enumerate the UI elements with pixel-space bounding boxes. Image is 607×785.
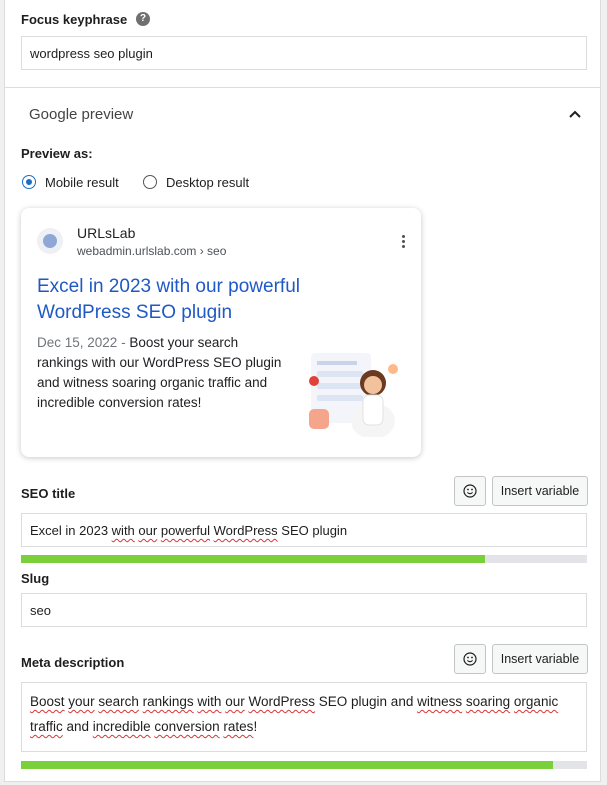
meta-description-misspelled-word: search <box>98 694 139 709</box>
google-preview-card: URLsLab webadmin.urlslab.com › seo Excel… <box>21 208 421 457</box>
meta-description-misspelled-word: incredible <box>92 719 151 734</box>
meta-description-text: and <box>62 719 93 734</box>
focus-keyphrase-label: Focus keyphrase <box>21 12 128 27</box>
meta-description-textarea[interactable]: Boost your search rankings with our Word… <box>21 682 587 752</box>
desktop-result-label[interactable]: Desktop result <box>166 175 249 190</box>
serp-date-separator: - <box>117 335 130 350</box>
seo-title-insert-variable-button[interactable]: Insert variable <box>492 476 588 506</box>
emoji-icon <box>463 484 477 498</box>
meta-description-misspelled-word: organic <box>513 694 559 709</box>
meta-description-emoji-button[interactable] <box>454 644 486 674</box>
seo-title-text: Excel in 2023 <box>30 523 112 538</box>
seo-title-misspelled-word: with <box>111 523 135 538</box>
meta-description-misspelled-word: WordPress <box>248 694 316 709</box>
focus-keyphrase-input[interactable]: wordpress seo plugin <box>21 36 587 70</box>
emoji-icon <box>463 652 477 666</box>
seo-title-misspelled-word: WordPress <box>213 523 278 538</box>
desktop-result-radio[interactable] <box>143 175 157 189</box>
slug-input[interactable]: seo <box>21 593 587 627</box>
seo-title-progress <box>21 555 587 563</box>
meta-description-misspelled-word: traffic <box>30 719 63 734</box>
serp-description: Dec 15, 2022 - Boost your search ranking… <box>37 333 287 413</box>
meta-description-text: ! <box>253 719 258 734</box>
mobile-result-label[interactable]: Mobile result <box>45 175 119 190</box>
site-name: URLsLab <box>77 225 136 241</box>
google-preview-title: Google preview <box>29 106 134 123</box>
mobile-result-radio[interactable] <box>22 175 36 189</box>
meta-description-insert-variable-button[interactable]: Insert variable <box>492 644 588 674</box>
meta-description-misspelled-word: our <box>225 694 245 709</box>
meta-description-label: Meta description <box>21 655 125 670</box>
meta-description-misspelled-word: conversion <box>154 719 220 734</box>
meta-description-misspelled-word: witness <box>417 694 463 709</box>
seo-title-input[interactable]: Excel in 2023 with our powerful WordPres… <box>21 513 587 547</box>
chevron-up-icon[interactable] <box>568 109 582 119</box>
meta-description-misspelled-word: soaring <box>465 694 511 709</box>
meta-description-misspelled-word: rankings <box>142 694 194 709</box>
seo-title-label: SEO title <box>21 486 76 501</box>
meta-description-misspelled-word: with <box>197 694 222 709</box>
seo-title-misspelled-word: our <box>138 523 158 538</box>
seo-title-text: SEO plugin <box>277 523 348 538</box>
preview-as-label: Preview as: <box>21 146 93 161</box>
serp-date: Dec 15, 2022 <box>37 335 118 350</box>
slug-label: Slug <box>21 571 50 586</box>
divider <box>5 87 600 88</box>
thumbnail-image <box>309 353 398 437</box>
kebab-menu-icon[interactable] <box>402 235 405 250</box>
meta-description-progress <box>21 761 587 769</box>
meta-description-text: SEO plugin and <box>315 694 418 709</box>
serp-title[interactable]: Excel in 2023 with our powerful WordPres… <box>37 274 337 326</box>
seo-panel: Focus keyphrase ? wordpress seo plugin G… <box>4 0 601 782</box>
seo-title-misspelled-word: powerful <box>160 523 210 538</box>
meta-description-misspelled-word: Boost <box>30 694 65 709</box>
site-url: webadmin.urlslab.com › seo <box>77 244 227 258</box>
meta-description-misspelled-word: rates <box>223 719 254 734</box>
help-icon[interactable]: ? <box>136 12 150 26</box>
meta-description-misspelled-word: your <box>68 694 95 709</box>
seo-title-emoji-button[interactable] <box>454 476 486 506</box>
site-favicon-icon <box>37 228 63 254</box>
